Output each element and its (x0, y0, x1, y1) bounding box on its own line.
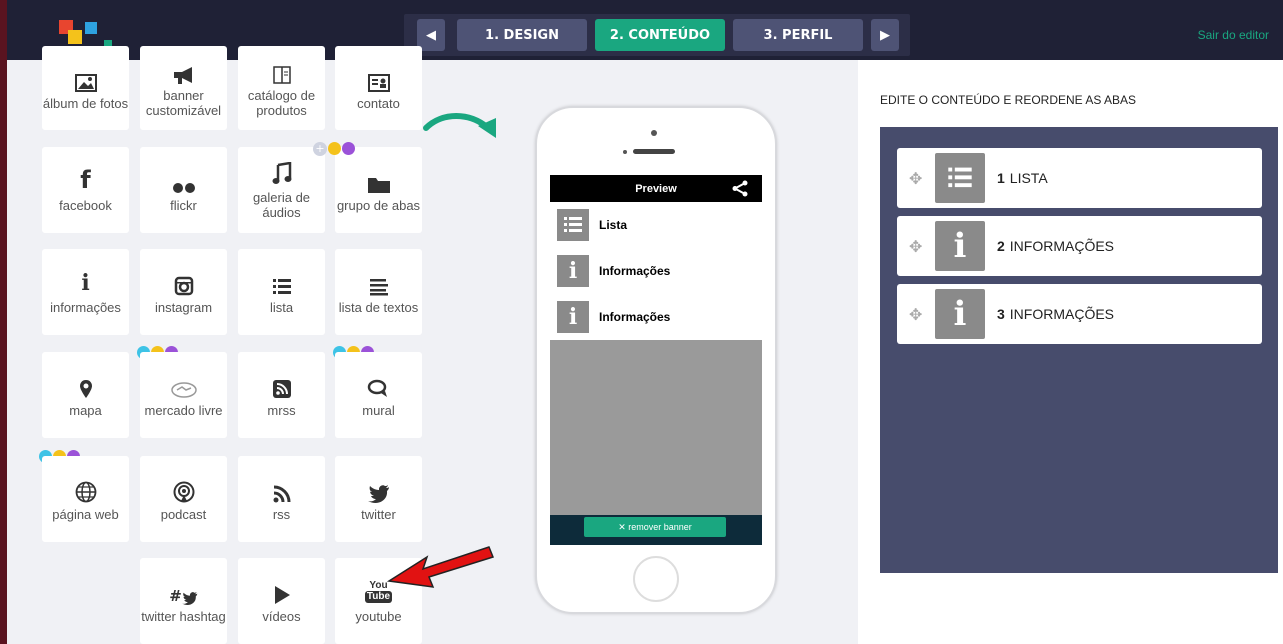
move-handle-icon[interactable]: ✥ (909, 305, 925, 324)
twitter-hashtag-icon: # (169, 579, 198, 605)
text-list-icon (369, 270, 389, 296)
widget-lista-de-textos[interactable]: lista de textos (335, 249, 422, 335)
widget-instagram[interactable]: instagram (140, 249, 227, 335)
instagram-icon (174, 270, 194, 296)
phone-camera (651, 130, 657, 136)
info-icon: i (935, 221, 985, 271)
chat-bubbles-icon (367, 373, 391, 399)
preview-header: Preview (550, 175, 762, 202)
widget-badge-dots: + (313, 142, 355, 156)
widget-mapa[interactable]: mapa (42, 352, 129, 438)
phone-speaker (633, 149, 675, 154)
step-navigation: ◀ 1. DESIGN 2. CONTEÚDO 3. PERFIL ▶ (404, 14, 910, 56)
move-handle-icon[interactable]: ✥ (909, 169, 925, 188)
annotation-arrow-icon (386, 546, 494, 588)
photo-album-icon (74, 66, 97, 92)
widget-twitter[interactable]: twitter (335, 456, 422, 542)
widget-facebook[interactable]: f facebook (42, 147, 129, 233)
podcast-icon (173, 477, 195, 503)
widget-flickr[interactable]: flickr (140, 147, 227, 233)
tab-card-3[interactable]: ✥ i 3 INFORMAÇÕES (897, 284, 1262, 344)
widget-catalogo-de-produtos[interactable]: catálogo de produtos (238, 46, 325, 130)
tab-perfil[interactable]: 3. PERFIL (733, 19, 863, 51)
info-icon: i (557, 301, 589, 333)
widget-mural[interactable]: mural (335, 352, 422, 438)
facebook-icon: f (80, 165, 91, 194)
tab-name: LISTA (1009, 170, 1048, 186)
preview-title: Preview (635, 182, 677, 195)
widget-podcast[interactable]: podcast (140, 456, 227, 542)
widget-mercado-livre[interactable]: mercado livre (140, 352, 227, 438)
preview-list: Lista i Informações i Informações (550, 202, 762, 340)
widget-pagina-web[interactable]: página web (42, 456, 129, 542)
list-icon (935, 153, 985, 203)
play-icon (273, 579, 291, 605)
remove-banner-button[interactable]: ✕ remover banner (584, 517, 726, 537)
widget-mrss[interactable]: mrss (238, 352, 325, 438)
flickr-icon (172, 168, 196, 194)
book-icon (272, 58, 292, 84)
right-panel-title: EDITE O CONTEÚDO E REORDENE AS ABAS (880, 93, 1137, 107)
exit-editor-link[interactable]: Sair do editor (1198, 28, 1269, 42)
tab-name: INFORMAÇÕES (1009, 238, 1115, 254)
widget-videos[interactable]: vídeos (238, 558, 325, 644)
widget-lista[interactable]: lista (238, 249, 325, 335)
folder-icon (367, 168, 391, 194)
tab-number: 3 (997, 306, 1005, 322)
widget-album-de-fotos[interactable]: álbum de fotos (42, 46, 129, 130)
megaphone-icon (172, 58, 196, 84)
share-icon[interactable] (732, 180, 748, 197)
info-icon: i (935, 289, 985, 339)
preview-item-lista[interactable]: Lista (550, 202, 762, 248)
tab-number: 1 (997, 170, 1005, 186)
map-pin-icon (79, 373, 93, 399)
contact-card-icon (367, 66, 390, 92)
tab-card-1[interactable]: ✥ 1 LISTA (897, 148, 1262, 208)
preview-item-informacoes[interactable]: i Informações (550, 294, 762, 340)
list-icon (272, 270, 292, 296)
tabs-reorder-panel: ✥ 1 LISTA ✥ i 2 INFORMAÇÕES ✥ i 3 INFORM… (880, 127, 1278, 573)
music-note-icon (272, 160, 292, 186)
rss-icon (273, 477, 291, 503)
tab-design[interactable]: 1. DESIGN (457, 19, 587, 51)
widget-twitter-hashtag[interactable]: # twitter hashtag (140, 558, 227, 644)
tab-card-2[interactable]: ✥ i 2 INFORMAÇÕES (897, 216, 1262, 276)
globe-icon (75, 477, 97, 503)
curved-arrow-icon (423, 113, 496, 138)
widget-galeria-de-audios[interactable]: galeria de áudios (238, 147, 325, 233)
twitter-icon (367, 477, 390, 503)
mrss-icon (272, 373, 292, 399)
phone-sensor (623, 150, 627, 154)
widget-grupo-de-abas[interactable]: grupo de abas (335, 147, 422, 233)
handshake-icon (170, 373, 197, 399)
tab-conteudo[interactable]: 2. CONTEÚDO (595, 19, 725, 51)
widget-informacoes[interactable]: i informações (42, 249, 129, 335)
list-icon (557, 209, 589, 241)
widget-contato[interactable]: contato (335, 46, 422, 130)
window-left-border (0, 0, 7, 644)
tab-number: 2 (997, 238, 1005, 254)
tab-name: INFORMAÇÕES (1009, 306, 1115, 322)
info-icon: i (557, 255, 589, 287)
phone-screen: Preview Lista i Informações i Informaçõe… (550, 175, 762, 545)
widget-banner-customizavel[interactable]: banner customizável (140, 46, 227, 130)
widget-rss[interactable]: rss (238, 456, 325, 542)
move-handle-icon[interactable]: ✥ (909, 237, 925, 256)
next-step-button[interactable]: ▶ (871, 19, 899, 51)
info-icon: i (81, 269, 90, 296)
phone-home-button (633, 556, 679, 602)
plus-icon: + (313, 142, 327, 156)
preview-item-informacoes[interactable]: i Informações (550, 248, 762, 294)
